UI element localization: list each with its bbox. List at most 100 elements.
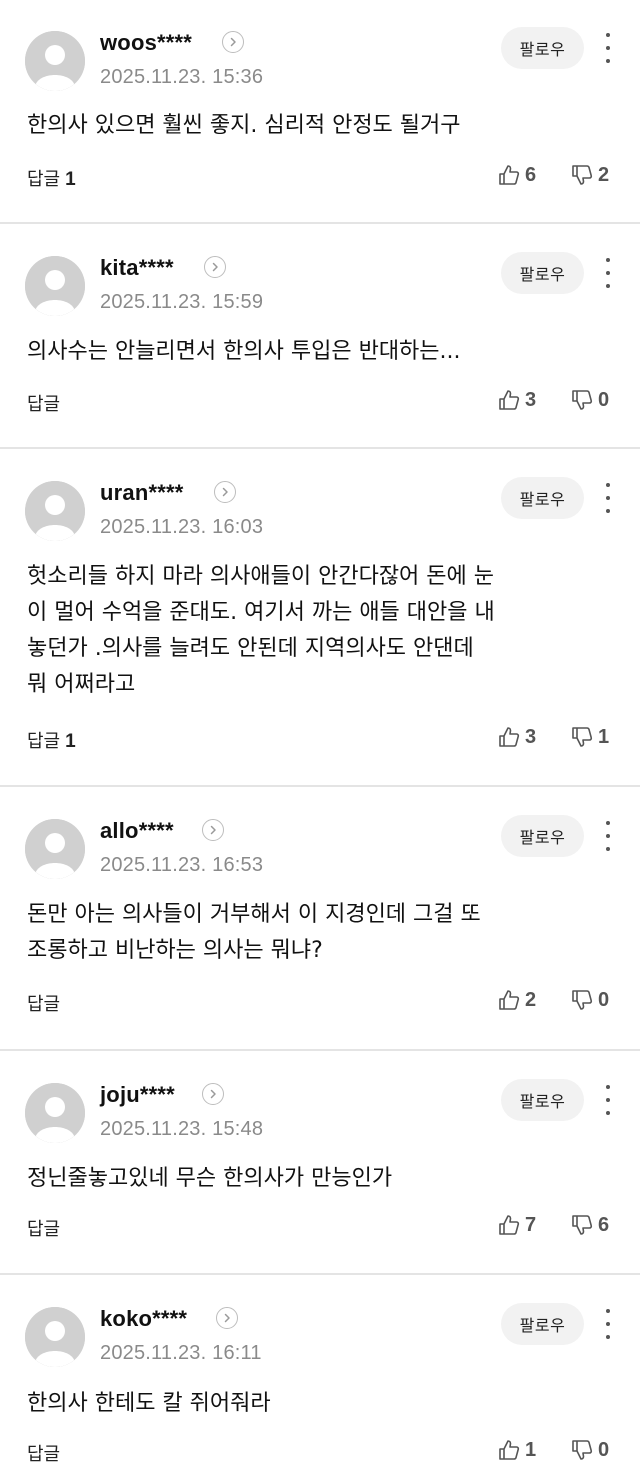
comment-text: 한의사 있으면 훨씬 좋지. 심리적 안정도 될거구 [27, 113, 461, 138]
comment-text: 돈만 아는 의사들이 거부해서 이 지경인데 그걸 또 조롱하고 비난하는 의사… [27, 902, 481, 963]
follow-button[interactable]: 팔로우 [501, 1303, 584, 1345]
follow-button[interactable]: 팔로우 [501, 252, 584, 294]
dislike-count: 1 [598, 725, 610, 748]
dislike-button[interactable]: 1 [570, 725, 609, 749]
vertical-ellipsis-icon[interactable] [598, 33, 618, 63]
comment-text: 의사수는 안늘리면서 한의사 투입은 반대하는... [27, 339, 461, 364]
comment-item: kita**** 2025.11.23. 15:59 팔로우 의사수는 안늘리면… [0, 225, 640, 449]
thumbs-down-icon [572, 165, 593, 185]
reply-button[interactable]: 답글 [27, 390, 65, 416]
username[interactable]: woos**** [100, 30, 192, 56]
follow-button[interactable]: 팔로우 [501, 477, 584, 519]
like-button[interactable]: 1 [497, 1438, 536, 1462]
dislike-button[interactable]: 6 [570, 1213, 609, 1237]
divider [0, 1273, 640, 1275]
comment-date: 2025.11.23. 16:11 [100, 1342, 262, 1364]
comment-item: allo**** 2025.11.23. 16:53 팔로우 돈만 아는 의사들… [0, 788, 640, 1051]
avatar[interactable] [25, 256, 85, 316]
default-user-avatar-icon [25, 31, 85, 91]
reply-label: 답글 [27, 394, 61, 415]
chevron-right-circle-icon[interactable] [214, 481, 236, 503]
dislike-button[interactable]: 0 [570, 1438, 609, 1462]
comment-date: 2025.11.23. 15:36 [100, 66, 264, 88]
vertical-ellipsis-icon[interactable] [598, 483, 618, 513]
divider [0, 447, 640, 449]
reply-button[interactable]: 답글 [27, 1215, 65, 1241]
default-user-avatar-icon [25, 256, 85, 316]
username[interactable]: kita**** [100, 255, 174, 281]
reply-count: 1 [65, 731, 76, 752]
vertical-ellipsis-icon[interactable] [598, 1309, 618, 1339]
dislike-button[interactable]: 2 [570, 163, 609, 187]
like-button[interactable]: 2 [497, 988, 536, 1012]
like-count: 6 [525, 163, 537, 186]
like-count: 1 [525, 1438, 537, 1461]
username[interactable]: allo**** [100, 818, 174, 844]
username[interactable]: uran**** [100, 480, 184, 506]
avatar[interactable] [25, 1083, 85, 1143]
reply-label: 답글 [27, 994, 61, 1015]
avatar[interactable] [25, 819, 85, 879]
follow-button[interactable]: 팔로우 [501, 1079, 584, 1121]
chevron-right-circle-icon[interactable] [204, 256, 226, 278]
thumbs-up-icon [499, 165, 520, 185]
comment-text: 한의사 한테도 칼 쥐어줘라 [27, 1391, 271, 1416]
comment-item: joju**** 2025.11.23. 15:48 팔로우 정닌줄놓고있네 무… [0, 1052, 640, 1275]
default-user-avatar-icon [25, 481, 85, 541]
dislike-button[interactable]: 0 [570, 988, 609, 1012]
username[interactable]: koko**** [100, 1306, 187, 1332]
thumbs-down-icon [572, 390, 593, 410]
reply-label: 답글 [27, 731, 61, 752]
default-user-avatar-icon [25, 1083, 85, 1143]
avatar[interactable] [25, 1307, 85, 1367]
comment-item: woos**** 2025.11.23. 15:36 팔로우 한의사 있으면 훨… [0, 0, 640, 224]
chevron-right-circle-icon[interactable] [202, 819, 224, 841]
chevron-right-circle-icon[interactable] [202, 1083, 224, 1105]
like-count: 7 [525, 1213, 537, 1236]
thumbs-up-icon [499, 727, 520, 747]
reply-button[interactable]: 답글 [27, 1440, 65, 1466]
vertical-ellipsis-icon[interactable] [598, 821, 618, 851]
avatar[interactable] [25, 31, 85, 91]
reply-label: 답글 [27, 1219, 61, 1240]
reply-button[interactable]: 답글 [27, 990, 65, 1016]
dislike-count: 0 [598, 388, 610, 411]
dislike-count: 0 [598, 1438, 610, 1461]
thumbs-up-icon [499, 990, 520, 1010]
dislike-count: 6 [598, 1213, 610, 1236]
username[interactable]: joju**** [100, 1082, 175, 1108]
dislike-count: 0 [598, 988, 610, 1011]
follow-button[interactable]: 팔로우 [501, 27, 584, 69]
like-button[interactable]: 6 [497, 163, 536, 187]
thumbs-up-icon [499, 390, 520, 410]
comment-date: 2025.11.23. 15:48 [100, 1118, 264, 1140]
reply-button[interactable]: 답글 1 [27, 727, 76, 753]
like-button[interactable]: 3 [497, 388, 536, 412]
like-count: 3 [525, 388, 537, 411]
dislike-count: 2 [598, 163, 610, 186]
dislike-button[interactable]: 0 [570, 388, 609, 412]
divider [0, 785, 640, 787]
avatar[interactable] [25, 481, 85, 541]
comment-text: 헛소리들 하지 마라 의사애들이 안간다잖어 돈에 눈 이 멀어 수억을 준대도… [27, 564, 495, 697]
comment-date: 2025.11.23. 16:03 [100, 516, 264, 538]
vertical-ellipsis-icon[interactable] [598, 258, 618, 288]
like-count: 2 [525, 988, 537, 1011]
thumbs-up-icon [499, 1440, 520, 1460]
reply-label: 답글 [27, 1444, 61, 1465]
follow-button[interactable]: 팔로우 [501, 815, 584, 857]
thumbs-down-icon [572, 1440, 593, 1460]
like-button[interactable]: 3 [497, 725, 536, 749]
chevron-right-circle-icon[interactable] [216, 1307, 238, 1329]
reply-label: 답글 [27, 169, 61, 190]
like-button[interactable]: 7 [497, 1213, 536, 1237]
vertical-ellipsis-icon[interactable] [598, 1085, 618, 1115]
chevron-right-circle-icon[interactable] [222, 31, 244, 53]
reply-button[interactable]: 답글 1 [27, 165, 76, 191]
thumbs-down-icon [572, 1215, 593, 1235]
comment-item: koko**** 2025.11.23. 16:11 팔로우 한의사 한테도 칼… [0, 1276, 640, 1478]
divider [0, 1049, 640, 1051]
default-user-avatar-icon [25, 819, 85, 879]
reply-count: 1 [65, 169, 76, 190]
comment-item: uran**** 2025.11.23. 16:03 팔로우 헛소리들 하지 마… [0, 450, 640, 787]
